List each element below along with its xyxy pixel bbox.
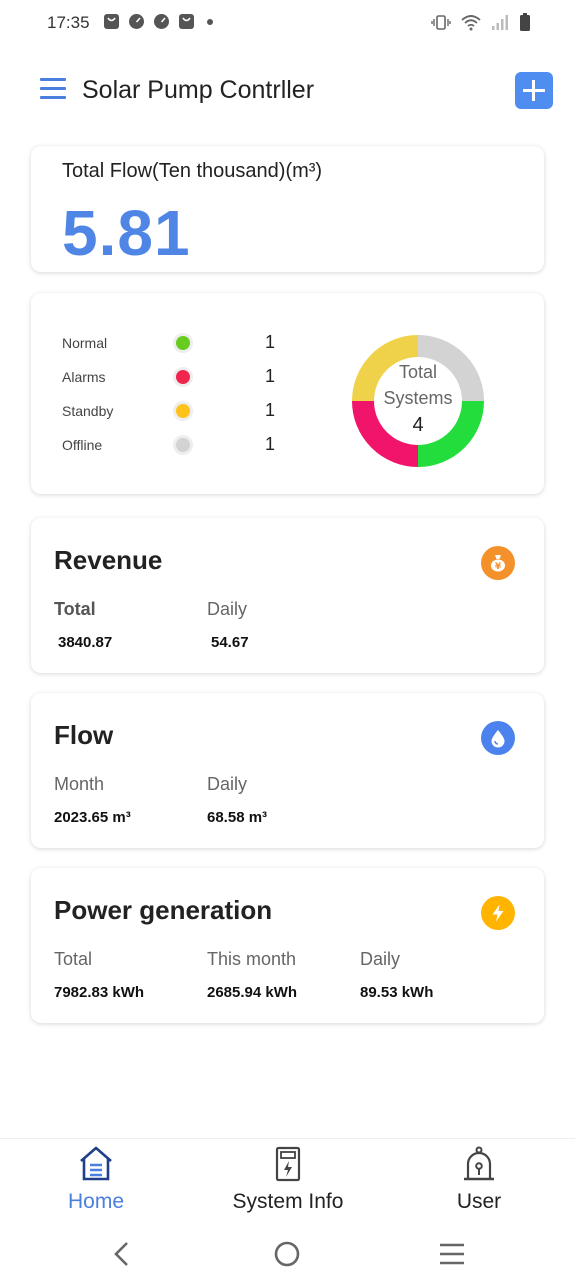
nav-system-info[interactable]: System Info bbox=[208, 1139, 368, 1227]
hamburger-menu-icon[interactable] bbox=[40, 78, 66, 102]
flow-card[interactable]: Flow Month 2023.65 m³ Daily 68.58 m³ bbox=[31, 693, 544, 848]
status-row-offline: Offline 1 bbox=[62, 434, 302, 456]
flow-month-label: Month bbox=[54, 774, 105, 794]
flow-title: Flow bbox=[54, 720, 114, 750]
app-bar: Solar Pump Contrller bbox=[0, 58, 575, 128]
gauge-icon bbox=[129, 14, 144, 29]
status-label: Offline bbox=[62, 437, 103, 453]
donut-label-line2: Systems bbox=[383, 388, 453, 408]
system-status-icons bbox=[431, 13, 531, 32]
revenue-daily-value: 54.67 bbox=[211, 634, 249, 651]
dot-icon bbox=[207, 18, 213, 25]
back-icon[interactable] bbox=[102, 1234, 142, 1274]
flow-daily-value: 68.58 m³ bbox=[207, 809, 268, 826]
nav-system-info-label: System Info bbox=[232, 1190, 344, 1213]
revenue-total-label: Total bbox=[54, 599, 96, 619]
nav-user[interactable]: User bbox=[399, 1139, 559, 1227]
status-row-standby: Standby 1 bbox=[62, 400, 302, 422]
systems-donut-chart[interactable]: Total Systems 4 bbox=[352, 335, 484, 467]
lightning-icon bbox=[481, 896, 515, 930]
nav-home[interactable]: Home bbox=[16, 1139, 176, 1227]
system-info-icon bbox=[275, 1146, 301, 1182]
status-row-normal: Normal 1 bbox=[62, 332, 302, 354]
status-time: 17:35 bbox=[47, 13, 90, 32]
status-label: Alarms bbox=[62, 369, 106, 385]
user-icon bbox=[464, 1146, 494, 1181]
status-count: 1 bbox=[265, 332, 276, 352]
power-generation-card[interactable]: Power generation Total 7982.83 kWh This … bbox=[31, 868, 544, 1023]
system-navigation-bar bbox=[0, 1228, 575, 1280]
bottom-navigation: Home System Info User bbox=[0, 1138, 575, 1228]
status-dot bbox=[176, 370, 190, 384]
flow-month-value: 2023.65 m³ bbox=[54, 809, 131, 826]
recents-icon[interactable] bbox=[432, 1234, 472, 1274]
battery-icon bbox=[520, 13, 530, 31]
nav-home-label: Home bbox=[67, 1190, 125, 1213]
revenue-daily-label: Daily bbox=[207, 599, 248, 619]
status-row-alarms: Alarms 1 bbox=[62, 366, 302, 388]
bag-icon bbox=[104, 14, 119, 29]
revenue-total-value: 3840.87 bbox=[58, 634, 113, 651]
revenue-title: Revenue bbox=[54, 545, 163, 575]
power-month-label: This month bbox=[207, 949, 297, 969]
system-status-card: Normal 1 Alarms 1 Standby 1 Offline 1 To… bbox=[31, 293, 544, 494]
home-icon bbox=[80, 1146, 112, 1181]
status-count: 1 bbox=[265, 366, 276, 386]
power-month-value: 2685.94 kWh bbox=[207, 984, 298, 1001]
status-count: 1 bbox=[265, 400, 276, 420]
water-drop-icon bbox=[481, 721, 515, 755]
status-count: 1 bbox=[265, 434, 276, 454]
signal-icon bbox=[492, 15, 508, 30]
wifi-icon bbox=[461, 15, 481, 31]
add-button[interactable] bbox=[515, 72, 553, 109]
money-bag-icon: ¥ bbox=[481, 546, 515, 580]
nav-user-label: User bbox=[456, 1190, 502, 1213]
vibrate-icon bbox=[431, 15, 451, 30]
power-title: Power generation bbox=[54, 895, 273, 925]
donut-total-value: 4 bbox=[412, 414, 424, 436]
total-flow-value: 5.81 bbox=[62, 197, 191, 269]
status-label: Normal bbox=[62, 335, 108, 351]
total-flow-card: Total Flow(Ten thousand)(m³) 5.81 bbox=[31, 146, 544, 272]
status-dot bbox=[176, 404, 190, 418]
status-dot bbox=[176, 336, 190, 350]
home-circle-icon[interactable] bbox=[267, 1234, 307, 1274]
status-label: Standby bbox=[62, 403, 114, 419]
power-daily-label: Daily bbox=[360, 949, 401, 969]
donut-label-line1: Total bbox=[398, 362, 438, 382]
total-flow-label: Total Flow(Ten thousand)(m³) bbox=[62, 160, 323, 182]
gauge-icon bbox=[154, 14, 169, 29]
app-title: Solar Pump Contrller bbox=[82, 76, 315, 104]
revenue-card[interactable]: Revenue ¥ Total 3840.87 Daily 54.67 bbox=[31, 518, 544, 673]
status-bar: 17:35 bbox=[0, 0, 575, 46]
power-total-value: 7982.83 kWh bbox=[54, 984, 145, 1001]
flow-daily-label: Daily bbox=[207, 774, 248, 794]
power-total-label: Total bbox=[54, 949, 93, 969]
power-daily-value: 89.53 kWh bbox=[360, 984, 434, 1001]
bag-icon bbox=[179, 14, 194, 29]
status-dot bbox=[176, 438, 190, 452]
svg-text:¥: ¥ bbox=[495, 562, 502, 572]
notification-icons bbox=[103, 13, 213, 30]
